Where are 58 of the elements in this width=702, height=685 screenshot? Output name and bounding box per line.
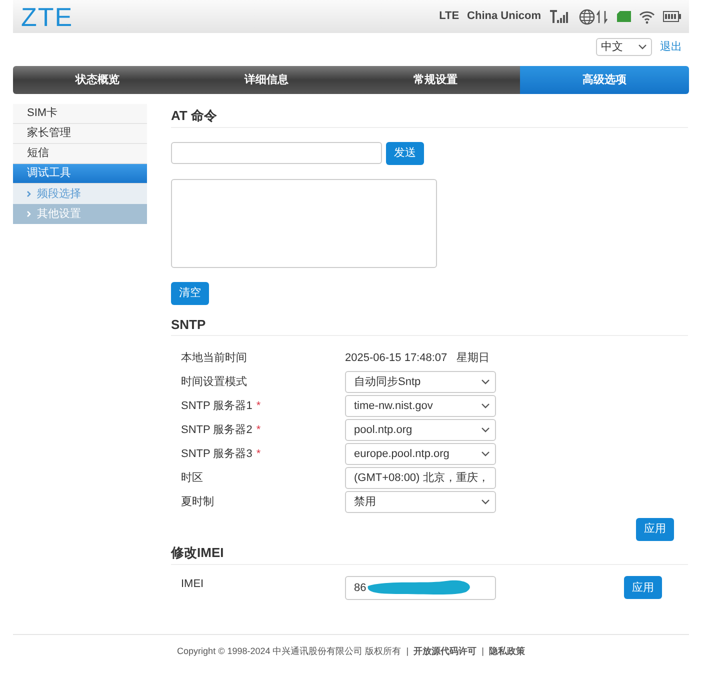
chevron-icon (27, 191, 31, 197)
language-select[interactable]: 中文 (596, 38, 652, 56)
required-mark: * (256, 446, 261, 462)
apply-button[interactable]: 应用 (636, 518, 674, 542)
signal-icon[interactable] (549, 10, 571, 24)
nav-tab[interactable]: 高级选项 (520, 66, 689, 94)
caret-icon (481, 499, 490, 506)
caret-icon (481, 427, 490, 434)
nav-tab[interactable]: 状态概览 (13, 66, 182, 94)
send-button[interactable]: 发送 (386, 142, 424, 165)
select-field[interactable]: pool.ntp.org (345, 419, 496, 442)
footer-link[interactable]: 隐私政策 (488, 646, 525, 656)
field-label: SNTP 服务器2 (181, 422, 252, 438)
field-label: 本地当前时间 (181, 350, 247, 366)
field-label: SNTP 服务器1 (181, 398, 252, 414)
field-label: IMEI (180, 576, 205, 592)
section-heading: 修改IMEI (171, 545, 688, 565)
separator: | (482, 646, 484, 656)
field-label: 时间设置模式 (181, 374, 247, 390)
caret-icon (481, 403, 490, 410)
wifi-icon[interactable] (639, 10, 655, 24)
caret-icon (481, 379, 490, 386)
sidebar-item[interactable]: SIM卡 (13, 104, 147, 124)
separator: | (406, 646, 409, 656)
section-heading: AT 命令 (171, 108, 688, 128)
clear-button[interactable]: 清空 (171, 282, 209, 305)
select-field[interactable]: 禁用 (345, 491, 496, 514)
field-label: 夏时制 (181, 494, 214, 510)
command-input[interactable] (171, 142, 382, 164)
logo: ZTE (21, 4, 74, 30)
required-mark: * (256, 398, 261, 414)
copyright-text: Copyright © 1998-2024 中兴通讯股份有限公司 版权所有 (177, 646, 402, 656)
required-mark: * (256, 422, 261, 438)
select-field[interactable]: time-nw.nist.gov (345, 395, 496, 418)
network-type: LTE (439, 9, 460, 24)
globe-arrows-icon[interactable] (579, 8, 609, 24)
imei-field[interactable]: 86 (345, 576, 496, 600)
nav-tab[interactable]: 常规设置 (351, 66, 520, 94)
sidebar-item[interactable]: 家长管理 (13, 124, 147, 144)
section-heading: SNTP (171, 316, 688, 336)
sidebar-item[interactable]: 短信 (13, 144, 147, 164)
select-field[interactable]: europe.pool.ntp.org (345, 443, 496, 466)
field-label: 时区 (181, 470, 203, 486)
caret-icon (638, 44, 647, 50)
select-field[interactable]: 自动同步Sntp (345, 371, 496, 394)
caret-icon (481, 451, 490, 458)
select-field[interactable]: (GMT+08:00) 北京，重庆， (345, 467, 496, 490)
carrier-name: China Unicom (467, 9, 541, 24)
field-value: 2025-06-15 17:48:07 星期日 (345, 350, 490, 366)
footer-link[interactable]: 开放源代码许可 (414, 646, 477, 656)
sidebar-item[interactable]: 调试工具 (13, 164, 147, 184)
sim-card-icon[interactable] (617, 11, 631, 22)
nav-tab[interactable]: 详细信息 (182, 66, 351, 94)
chevron-icon (27, 211, 31, 217)
battery-icon[interactable] (663, 11, 681, 22)
apply-button[interactable]: 应用 (624, 576, 662, 600)
logout-link[interactable]: 退出 (660, 38, 682, 56)
field-label: SNTP 服务器3 (181, 446, 252, 462)
